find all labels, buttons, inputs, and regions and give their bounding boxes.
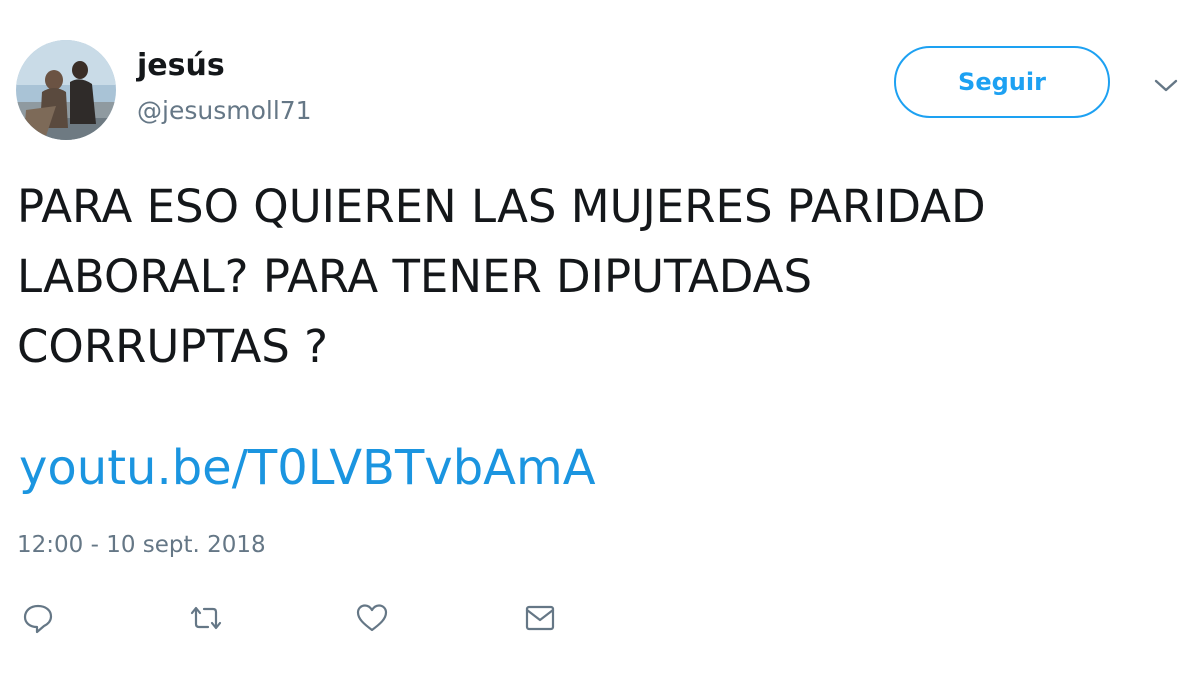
tweet-text-line: CORRUPTAS ? bbox=[17, 320, 328, 373]
author-name[interactable]: jesús bbox=[137, 48, 225, 83]
retweet-icon bbox=[190, 606, 222, 630]
tweet-timestamp[interactable]: 12:00 - 10 sept. 2018 bbox=[17, 532, 266, 558]
profile-photo-icon bbox=[16, 40, 116, 140]
avatar[interactable] bbox=[16, 40, 116, 140]
chevron-down-icon[interactable] bbox=[1152, 76, 1180, 96]
like-button[interactable] bbox=[352, 600, 392, 636]
retweet-button[interactable] bbox=[186, 600, 226, 636]
follow-button[interactable]: Seguir bbox=[894, 46, 1110, 118]
tweet-text: PARA ESO QUIEREN LAS MUJERES PARIDAD LAB… bbox=[17, 172, 1167, 382]
author-handle[interactable]: @jesusmoll71 bbox=[137, 96, 312, 125]
reply-icon bbox=[23, 604, 53, 634]
tweet-link[interactable]: youtu.be/T0LVBTvbAmA bbox=[19, 440, 596, 496]
direct-message-button[interactable] bbox=[520, 600, 560, 636]
message-icon bbox=[525, 605, 555, 631]
tweet-text-line: PARA ESO QUIEREN LAS MUJERES PARIDAD bbox=[17, 180, 986, 233]
tweet-text-line: LABORAL? PARA TENER DIPUTADAS bbox=[17, 250, 813, 303]
like-icon bbox=[356, 604, 388, 632]
reply-button[interactable] bbox=[18, 600, 58, 636]
